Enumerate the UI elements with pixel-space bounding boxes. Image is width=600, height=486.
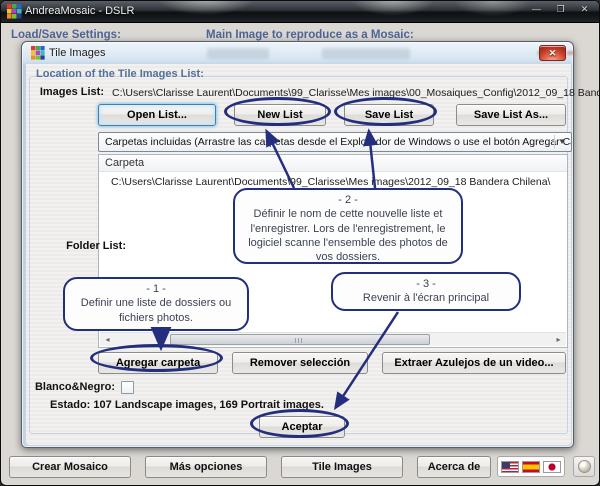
window-titlebar[interactable]: AndreaMosaic - DSLR — ❐ ✕	[1, 1, 599, 23]
open-list-button[interactable]: Open List...	[98, 104, 216, 126]
maximize-icon[interactable]: ❐	[552, 3, 569, 16]
magnifier-icon	[578, 460, 591, 473]
mosaic-dialog-icon	[31, 46, 45, 60]
blanco-negro-checkbox[interactable]	[121, 381, 134, 394]
folders-combobox-value: Carpetas incluidas (Arrastre las carpeta…	[105, 136, 572, 148]
main-image-heading: Main Image to reproduce as a Mosaic:	[206, 29, 414, 41]
callout-step-2: - 2 - Définir le nom de cette nouvelle l…	[233, 188, 463, 264]
save-list-as-button[interactable]: Save List As...	[456, 104, 566, 126]
magnifier-button[interactable]	[573, 456, 595, 477]
chevron-down-icon: ▼	[554, 135, 569, 149]
titlebar-glass-reflection	[207, 48, 269, 59]
callout-step-3: - 3 - Revenir à l'écran principal	[331, 272, 521, 311]
images-list-label: Images List:	[26, 86, 104, 98]
scroll-right-icon[interactable]: ▸	[551, 333, 566, 346]
titlebar-glass-reflection	[322, 48, 410, 59]
agregar-carpeta-button[interactable]: Agregar carpeta	[98, 352, 218, 374]
dialog-titlebar[interactable]: Tile Images ✕	[22, 42, 573, 64]
save-list-button[interactable]: Save List	[344, 104, 434, 126]
crear-mosaico-button[interactable]: Crear Mosaico	[9, 456, 131, 478]
window-title: AndreaMosaic - DSLR	[25, 5, 134, 17]
callout-2-text: Définir le nom de cette nouvelle liste e…	[248, 208, 448, 263]
scrollbar-thumb[interactable]	[170, 334, 430, 345]
callout-3-text: Revenir à l'écran principal	[363, 292, 489, 304]
close-icon[interactable]: ✕	[576, 3, 593, 16]
scroll-left-icon[interactable]: ◂	[100, 333, 115, 346]
callout-1-number: - 1 -	[71, 282, 241, 296]
language-flags-panel	[497, 456, 565, 477]
mosaic-app-icon	[7, 4, 22, 19]
scrollbar-grip	[295, 338, 304, 343]
extraer-azulejos-button[interactable]: Extraer Azulejos de un video...	[382, 352, 566, 374]
folder-list-label: Folder List:	[36, 240, 126, 252]
images-list-path: C:\Users\Clarisse Laurent\Documents\99_C…	[112, 87, 600, 99]
load-save-settings-heading: Load/Save Settings:	[11, 29, 121, 41]
estado-status-line: Estado: 107 Landscape images, 169 Portra…	[50, 399, 324, 411]
aceptar-button[interactable]: Aceptar	[259, 416, 345, 438]
new-list-button[interactable]: New List	[234, 104, 326, 126]
tile-images-button[interactable]: Tile Images	[281, 456, 403, 478]
horizontal-scrollbar[interactable]: ◂ ▸	[100, 332, 566, 346]
location-group-label: Location of the Tile Images List:	[34, 68, 206, 80]
remover-seleccion-button[interactable]: Remover selección	[232, 352, 368, 374]
dialog-title: Tile Images	[49, 47, 105, 59]
titlebar-glass-reflection	[567, 51, 575, 55]
estado-label: Estado:	[50, 399, 90, 411]
callout-2-number: - 2 -	[241, 193, 455, 207]
callout-1-text: Definir une liste de dossiers ou fichier…	[81, 297, 231, 323]
minimize-icon[interactable]: —	[528, 3, 545, 16]
us-flag-icon[interactable]	[501, 461, 519, 473]
app-window: AndreaMosaic - DSLR — ❐ ✕ Load/Save Sett…	[0, 0, 600, 486]
callout-3-number: - 3 -	[339, 277, 513, 291]
spain-flag-icon[interactable]	[522, 461, 540, 473]
acerca-de-button[interactable]: Acerca de	[417, 456, 491, 478]
dialog-close-button[interactable]: ✕	[539, 45, 566, 61]
carpeta-column-header[interactable]: Carpeta	[99, 155, 567, 172]
estado-value: 107 Landscape images, 169 Portrait image…	[93, 399, 324, 411]
japan-flag-icon[interactable]	[543, 461, 561, 473]
callout-step-1: - 1 - Definir une liste de dossiers ou f…	[63, 277, 249, 331]
blanco-negro-label: Blanco&Negro:	[26, 381, 115, 393]
mas-opciones-button[interactable]: Más opciones	[145, 456, 267, 478]
folders-combobox[interactable]: Carpetas incluidas (Arrastre las carpeta…	[98, 132, 572, 152]
